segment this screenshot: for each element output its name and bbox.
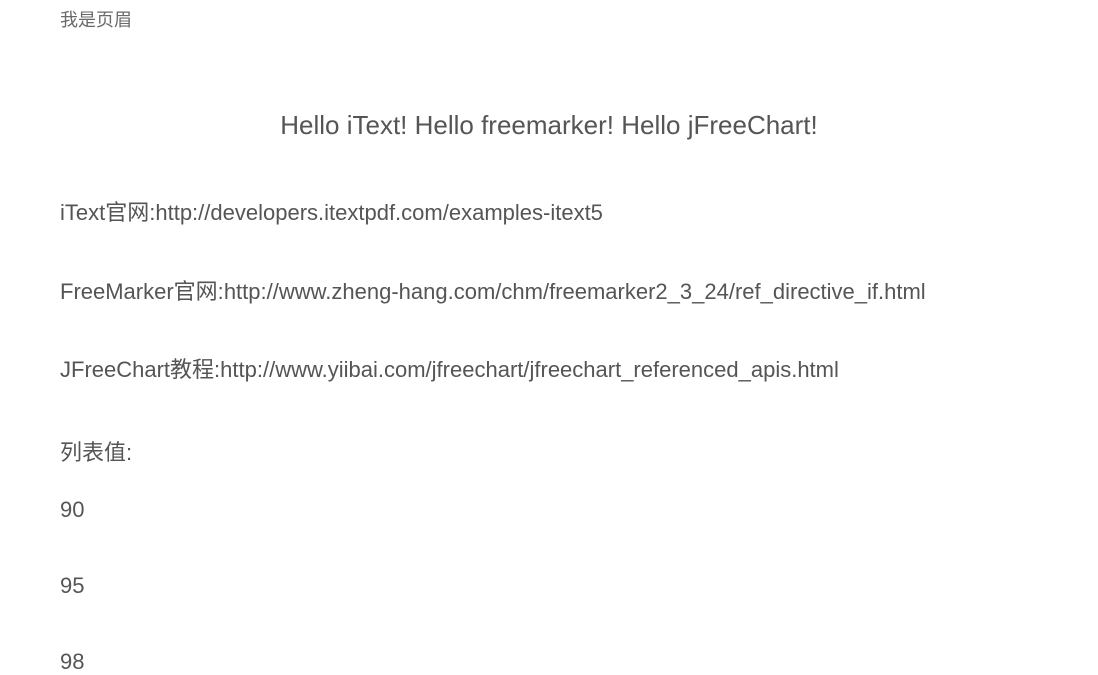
link-label-jfreechart: JFreeChart教程: <box>60 357 220 382</box>
link-url-freemarker: http://www.zheng-hang.com/chm/freemarker… <box>224 279 926 304</box>
page-header: 我是页眉 <box>0 0 1098 32</box>
list-item: 98 <box>60 649 1038 675</box>
document-title: Hello iText! Hello freemarker! Hello jFr… <box>60 110 1038 141</box>
link-label-freemarker: FreeMarker官网: <box>60 279 224 304</box>
link-label-itext: iText官网: <box>60 200 155 225</box>
list-label: 列表值: <box>60 435 1038 467</box>
link-line-itext: iText官网:http://developers.itextpdf.com/e… <box>60 199 1038 228</box>
link-url-jfreechart: http://www.yiibai.com/jfreechart/jfreech… <box>220 357 839 382</box>
list-item: 95 <box>60 573 1038 599</box>
list-item: 90 <box>60 497 1038 523</box>
link-url-itext: http://developers.itextpdf.com/examples-… <box>155 200 603 225</box>
link-line-jfreechart: JFreeChart教程:http://www.yiibai.com/jfree… <box>60 356 1038 385</box>
document-content: Hello iText! Hello freemarker! Hello jFr… <box>0 110 1098 675</box>
link-line-freemarker: FreeMarker官网:http://www.zheng-hang.com/c… <box>60 278 1038 307</box>
page-header-text: 我是页眉 <box>60 10 132 30</box>
